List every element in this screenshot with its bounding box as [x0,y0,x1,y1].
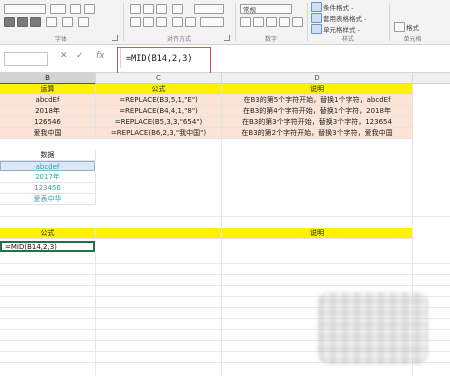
format-cells-icon[interactable] [394,22,405,32]
font-name-icon[interactable] [4,4,46,14]
data-header[interactable]: 数据 [0,150,96,161]
table1-row2-desc[interactable]: 在B3的第4个字符开始，替换1个字符，2018年 [222,106,413,117]
insert-function-icon[interactable]: fx [96,51,105,61]
table1-header-formula[interactable]: 公式 [96,84,222,95]
enter-icon[interactable]: ✓ [76,51,84,61]
table1-row1-desc[interactable]: 在B3的第5个字符开始，替换1个字符，abcdEf [222,95,413,106]
number-format-value: 常规 [243,6,256,14]
currency-icon[interactable] [240,17,251,27]
cell-styles-button[interactable]: 单元格样式 - [323,24,360,34]
font-size-icon[interactable] [50,4,66,14]
table2-header-formula[interactable]: 公式 [0,228,96,239]
table1-row2-op[interactable]: 2018年 [0,106,96,117]
increase-font-icon[interactable] [70,4,81,14]
table1-row4-formula[interactable]: =REPLACE(B6,2,3,"我中国") [96,128,222,139]
cell-styles-icon[interactable] [311,24,322,34]
underline-icon[interactable] [30,17,41,27]
table1-row2-formula[interactable]: =REPLACE(B4,4,1,"8") [96,106,222,117]
align-middle-icon[interactable] [143,4,154,14]
data-value-3[interactable]: 123456 [0,183,96,194]
align-right-icon[interactable] [156,17,167,27]
number-group-label: 数字 [264,36,277,43]
bold-icon[interactable] [4,17,15,27]
cancel-icon[interactable]: ✕ [60,51,68,61]
format-as-table-button[interactable]: 套用表格格式 - [323,13,366,23]
table1-row3-op[interactable]: 126546 [0,117,96,128]
font-color-icon[interactable] [78,17,89,27]
percent-icon[interactable] [253,17,264,27]
comma-icon[interactable] [266,17,277,27]
fill-color-icon[interactable] [62,17,73,27]
align-left-icon[interactable] [130,17,141,27]
conditional-format-button[interactable]: 条件格式 - [323,2,353,12]
active-cell[interactable]: =MID(B14,2,3) [0,241,95,252]
column-header-c[interactable]: C [96,73,222,84]
increase-decimal-icon[interactable] [279,17,290,27]
cells-group: 格式 单元格 [390,0,435,44]
wrap-text-icon[interactable] [194,4,224,14]
table1-row3-formula[interactable]: =REPLACE(B5,3,3,"654") [96,117,222,128]
alignment-group-label: 对齐方式 [166,36,191,43]
decrease-indent-icon[interactable] [172,17,183,27]
ribbon: 字体 对齐方式 常规 数字 条件格式 - 套用表格格式 - 单元格样式 - 样式… [0,0,450,45]
orientation-icon[interactable] [172,4,183,14]
italic-icon[interactable] [17,17,28,27]
increase-indent-icon[interactable] [185,17,196,27]
table1-row1-formula[interactable]: =REPLACE(B3,5,1,"E") [96,95,222,106]
alignment-group: 对齐方式 [124,0,234,44]
data-value-2[interactable]: 2017年 [0,172,96,183]
data-value-4[interactable]: 爱表中华 [0,194,96,205]
font-launcher-icon[interactable] [112,35,118,41]
column-header-e[interactable] [413,73,450,84]
column-header-d[interactable]: D [222,73,413,84]
decrease-font-icon[interactable] [84,4,95,14]
table1-row4-desc[interactable]: 在B3的第2个字符开始，替换3个字符，爱我中国 [222,128,413,139]
number-group: 常规 数字 [236,0,306,44]
styles-group-label: 样式 [341,36,354,43]
align-center-icon[interactable] [143,17,154,27]
table1-header-desc[interactable]: 说明 [222,84,413,95]
table2-header-desc[interactable]: 说明 [222,228,413,239]
active-cell-text: =MID(B14,2,3) [5,243,57,251]
conditional-format-icon[interactable] [311,2,322,12]
cells-group-label: 单元格 [403,36,422,43]
font-group: 字体 [0,0,122,44]
name-box[interactable] [4,52,48,66]
table1-row4-op[interactable]: 爱我中国 [0,128,96,139]
watermark-image [318,292,428,364]
decrease-decimal-icon[interactable] [292,17,303,27]
format-cells-button[interactable]: 格式 [406,22,419,32]
table2-header-blank[interactable] [96,228,222,239]
formula-bar: ✕ ✓ fx =MID(B14,2,3) [0,45,450,73]
align-bottom-icon[interactable] [156,4,167,14]
data-value-1[interactable]: abcdef [0,161,95,171]
align-top-icon[interactable] [130,4,141,14]
format-as-table-icon[interactable] [311,13,322,23]
border-icon[interactable] [46,17,57,27]
styles-group: 条件格式 - 套用表格格式 - 单元格样式 - 样式 [308,0,388,44]
merge-center-icon[interactable] [200,17,224,27]
table1-row3-desc[interactable]: 在B3的第3个字符开始，替换3个字符，123654 [222,117,413,128]
alignment-launcher-icon[interactable] [224,35,230,41]
table1-header-op[interactable]: 运算 [0,84,96,95]
font-group-label: 字体 [54,36,67,43]
table1-row1-op[interactable]: abcdEf [0,95,96,106]
